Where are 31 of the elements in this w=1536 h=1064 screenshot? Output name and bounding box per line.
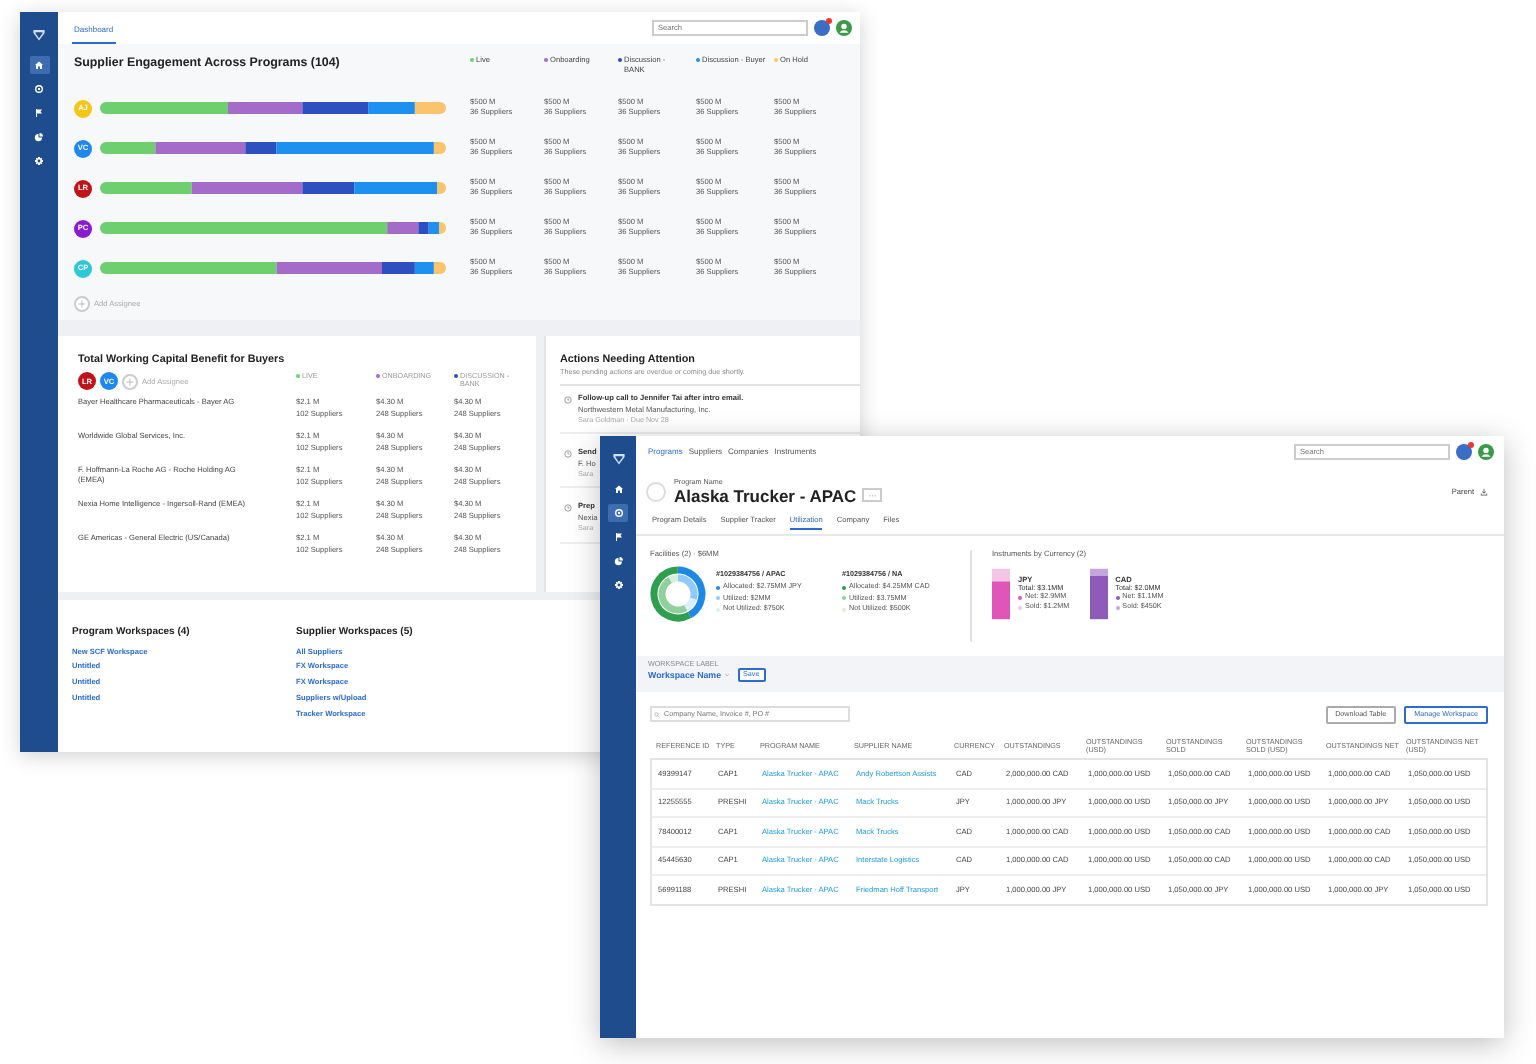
user-avatar[interactable]	[1478, 443, 1494, 459]
download-icon[interactable]	[1480, 487, 1488, 495]
flag-icon	[613, 532, 623, 542]
currency-bar-chart	[992, 566, 1010, 622]
settings-icon	[34, 156, 44, 166]
logo-icon	[611, 452, 625, 466]
clock-icon	[564, 395, 572, 403]
account-icon[interactable]	[1456, 443, 1472, 459]
flag-icon	[34, 108, 44, 118]
nav-button[interactable]	[29, 56, 49, 74]
program-name: Alaska Trucker - APAC	[674, 485, 857, 505]
pie-chart-icon	[613, 556, 623, 566]
settings-icon	[613, 580, 623, 590]
search-icon	[653, 711, 659, 717]
user-avatar[interactable]	[836, 20, 852, 36]
pie-chart-icon	[34, 132, 44, 142]
nav-button[interactable]	[608, 504, 628, 522]
nav-button[interactable]	[29, 152, 49, 170]
currency-bar-chart	[1089, 566, 1108, 622]
donut-chart	[650, 566, 706, 622]
clock-icon	[564, 503, 572, 512]
home-icon	[34, 60, 44, 70]
nav-button[interactable]	[29, 128, 49, 146]
home-icon	[613, 484, 623, 494]
program-logo-placeholder	[646, 481, 666, 501]
notification-badge	[1468, 441, 1474, 447]
nav-button[interactable]	[29, 80, 49, 98]
notification-badge	[826, 18, 832, 24]
account-icon[interactable]	[814, 20, 830, 36]
clock-icon	[564, 449, 572, 458]
logo-icon	[32, 28, 46, 42]
